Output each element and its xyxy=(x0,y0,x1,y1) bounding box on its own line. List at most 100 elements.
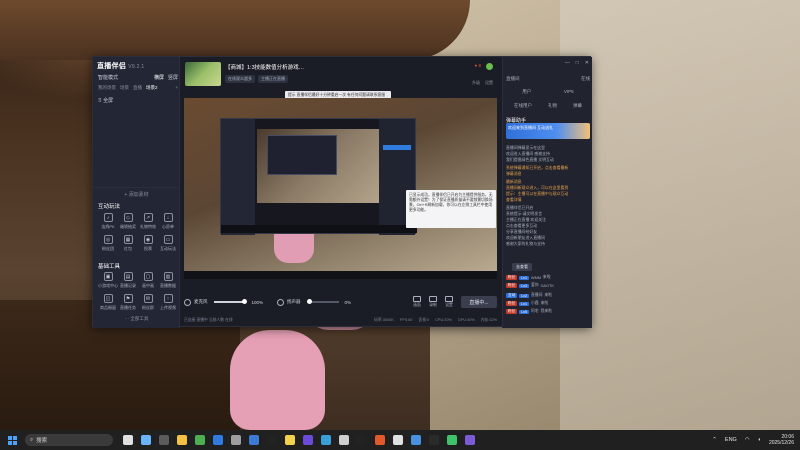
taskbar-search[interactable]: ⌕ 搜索 xyxy=(25,434,113,446)
taskbar-app-icon[interactable] xyxy=(267,435,277,445)
info-popup: 已显示成功，直播伴侣已开启为主播提供服务，无需额外设置！为了保证直播质量请不要频… xyxy=(406,190,496,228)
taskbar-app-icon[interactable] xyxy=(393,435,403,445)
tool-item[interactable]: ⚑ 直播任务 xyxy=(118,294,138,311)
tool-item[interactable]: ▥ 直播数据 xyxy=(158,272,178,289)
interaction-tools: ♪ 连线PK ◇ 福袋抽奖 ↗ 礼物特效 ↓ 心愿单 ◎ 粉丝团 ▦ 红包 ◉ 投票 ▭ 互动玩… xyxy=(98,213,178,252)
interaction-title: 互动玩法 xyxy=(98,204,121,210)
speaker-control[interactable]: 扬声器 xyxy=(277,298,301,306)
tab-danmaku[interactable]: 弹幕 xyxy=(573,103,582,109)
tool-item[interactable]: ▦ 红包 xyxy=(118,235,138,252)
audio-controls: 麦克风 100% 扬声器 0% 画面 录制 设置 直播中... xyxy=(184,292,497,312)
taskbar-app-icon[interactable] xyxy=(123,435,133,445)
view-button[interactable]: 去查看 xyxy=(512,263,532,271)
taskbar-app-icon[interactable] xyxy=(411,435,421,445)
mic-volume-value: 100% xyxy=(251,299,264,305)
taskbar-app-icon[interactable] xyxy=(141,435,151,445)
taskbar-app-icon[interactable] xyxy=(339,435,349,445)
settings-link[interactable]: 设置 xyxy=(485,80,493,86)
promo-banner[interactable]: 欢迎来到直播间 互动送礼 xyxy=(506,123,590,139)
landscape-toggle[interactable]: 横屏 xyxy=(154,74,164,81)
tool-item[interactable]: ▤ 直播记录 xyxy=(118,272,138,289)
stream-tag[interactable]: 主播正在直播 xyxy=(258,75,288,83)
taskbar-app-icon[interactable] xyxy=(195,435,205,445)
live-button[interactable]: 直播中... xyxy=(461,296,497,308)
mic-control[interactable]: 麦克风 xyxy=(184,298,208,306)
chevron-up-icon[interactable]: ⌃ xyxy=(712,437,717,443)
taskbar-app-icon[interactable] xyxy=(285,435,295,445)
record-button[interactable]: 录制 xyxy=(429,296,437,308)
tool-item[interactable]: ▣ 小游戏中心 xyxy=(98,272,118,289)
tab-online-users[interactable]: 在线用户 xyxy=(514,103,532,109)
tool-item[interactable]: ▢ 画中画 xyxy=(138,272,158,289)
taskbar-app-icon[interactable] xyxy=(321,435,331,445)
notification-badge[interactable]: ● 8 xyxy=(475,63,481,70)
nested-taskbar xyxy=(221,225,417,233)
upgrade-link[interactable]: 升级 xyxy=(472,80,480,86)
more-tools-link[interactable]: ··· 全部工具 xyxy=(93,316,180,322)
settings-button[interactable]: 设置 xyxy=(445,296,453,308)
scene-tab[interactable]: 场景 xyxy=(120,85,129,91)
lang-indicator[interactable]: ENG xyxy=(725,437,737,443)
tool-item[interactable]: ◫ 商品橱窗 xyxy=(98,294,118,311)
speaker-volume-slider[interactable] xyxy=(306,299,339,304)
mic-volume-slider[interactable] xyxy=(213,299,247,304)
tool-item[interactable]: ✉ 粉丝群 xyxy=(138,294,158,311)
taskbar-app-icon[interactable] xyxy=(465,435,475,445)
taskbar-app-icon[interactable] xyxy=(303,435,313,445)
fan-badge: 粉丝 xyxy=(506,309,518,314)
tab-gifts[interactable]: 礼物 xyxy=(548,103,557,109)
taskbar-app-icon[interactable] xyxy=(231,435,241,445)
scene-tab[interactable]: 直播 xyxy=(133,85,142,91)
tool-item[interactable]: ◇ 福袋抽奖 xyxy=(118,213,138,230)
scene-item[interactable]: ⠿ 全屏 xyxy=(98,97,113,104)
mode-selector[interactable]: 智能模式 xyxy=(98,74,118,81)
chat-line-highlight: 提示：主播可以在直播中与观众互动 xyxy=(506,191,569,196)
stream-tag[interactable]: 在线观众超多 xyxy=(225,75,255,83)
stream-title[interactable]: 【商城】1:3技能数值分析游戏… xyxy=(225,63,304,71)
volume-icon[interactable]: ◖ xyxy=(758,437,761,443)
tab-vip[interactable]: VIP5 xyxy=(564,89,574,95)
tool-item[interactable]: ↓ 心愿单 xyxy=(158,213,178,230)
portrait-toggle[interactable]: 竖屏 xyxy=(168,74,178,81)
chat-line: 分享直播间给好友 xyxy=(506,229,538,234)
clock[interactable]: 20:06 2025/12/26 xyxy=(769,434,794,446)
scene-tab[interactable]: 场景2 xyxy=(146,85,158,91)
right-tabs: 用户 VIP5 xyxy=(506,89,590,95)
avatar[interactable] xyxy=(486,63,493,70)
chat-user[interactable]: 小鹿 xyxy=(531,301,539,306)
close-button[interactable]: ✕ xyxy=(585,60,589,66)
taskbar-app-icon[interactable] xyxy=(447,435,457,445)
chat-user[interactable]: WMM xyxy=(531,276,541,280)
picture-button[interactable]: 画面 xyxy=(413,296,421,308)
taskbar-app-icon[interactable] xyxy=(213,435,223,445)
start-icon[interactable] xyxy=(8,435,17,445)
gift-icon: ▣ xyxy=(103,272,113,281)
tool-item[interactable]: ◎ 粉丝团 xyxy=(98,235,118,252)
chat-user[interactable]: 爱你 xyxy=(531,283,539,288)
maximize-button[interactable]: □ xyxy=(576,60,579,66)
stream-thumbnail[interactable] xyxy=(185,62,221,86)
tool-item[interactable]: ↗ 礼物特效 xyxy=(138,213,158,230)
chat-user[interactable]: 直播间 xyxy=(531,293,542,298)
system-tray: ⌃ ENG ◠ ◖ 20:06 2025/12/26 xyxy=(712,430,794,450)
rocket-icon: ↗ xyxy=(143,213,153,222)
tool-item[interactable]: ♪ 连线PK xyxy=(98,213,118,230)
wifi-icon[interactable]: ◠ xyxy=(745,437,750,443)
taskbar-app-icon[interactable] xyxy=(375,435,385,445)
mail-icon: ✉ xyxy=(143,294,153,303)
taskbar-app-icon[interactable] xyxy=(429,435,439,445)
stream-preview[interactable]: 已显示成功，直播伴侣已开启为主播提供服务，无需额外设置！为了保证直播质量请不要频… xyxy=(184,98,497,279)
scene-tab[interactable]: 我的场景 xyxy=(98,85,116,91)
tab-users[interactable]: 用户 xyxy=(522,89,531,95)
taskbar-app-icon[interactable] xyxy=(357,435,367,445)
add-source-button[interactable]: + 添加素材 xyxy=(93,187,180,198)
chat-user[interactable]: 阿宅 xyxy=(531,309,539,314)
taskbar-app-icon[interactable] xyxy=(159,435,169,445)
taskbar-app-icon[interactable] xyxy=(177,435,187,445)
tool-item[interactable]: ◉ 投票 xyxy=(138,235,158,252)
taskbar-app-icon[interactable] xyxy=(249,435,259,445)
tool-item[interactable]: ↑ 上传视频 xyxy=(158,294,178,311)
minimize-button[interactable]: — xyxy=(565,60,570,66)
add-scene-button[interactable]: + xyxy=(175,85,178,91)
tool-item[interactable]: ▭ 互动玩法 xyxy=(158,235,178,252)
